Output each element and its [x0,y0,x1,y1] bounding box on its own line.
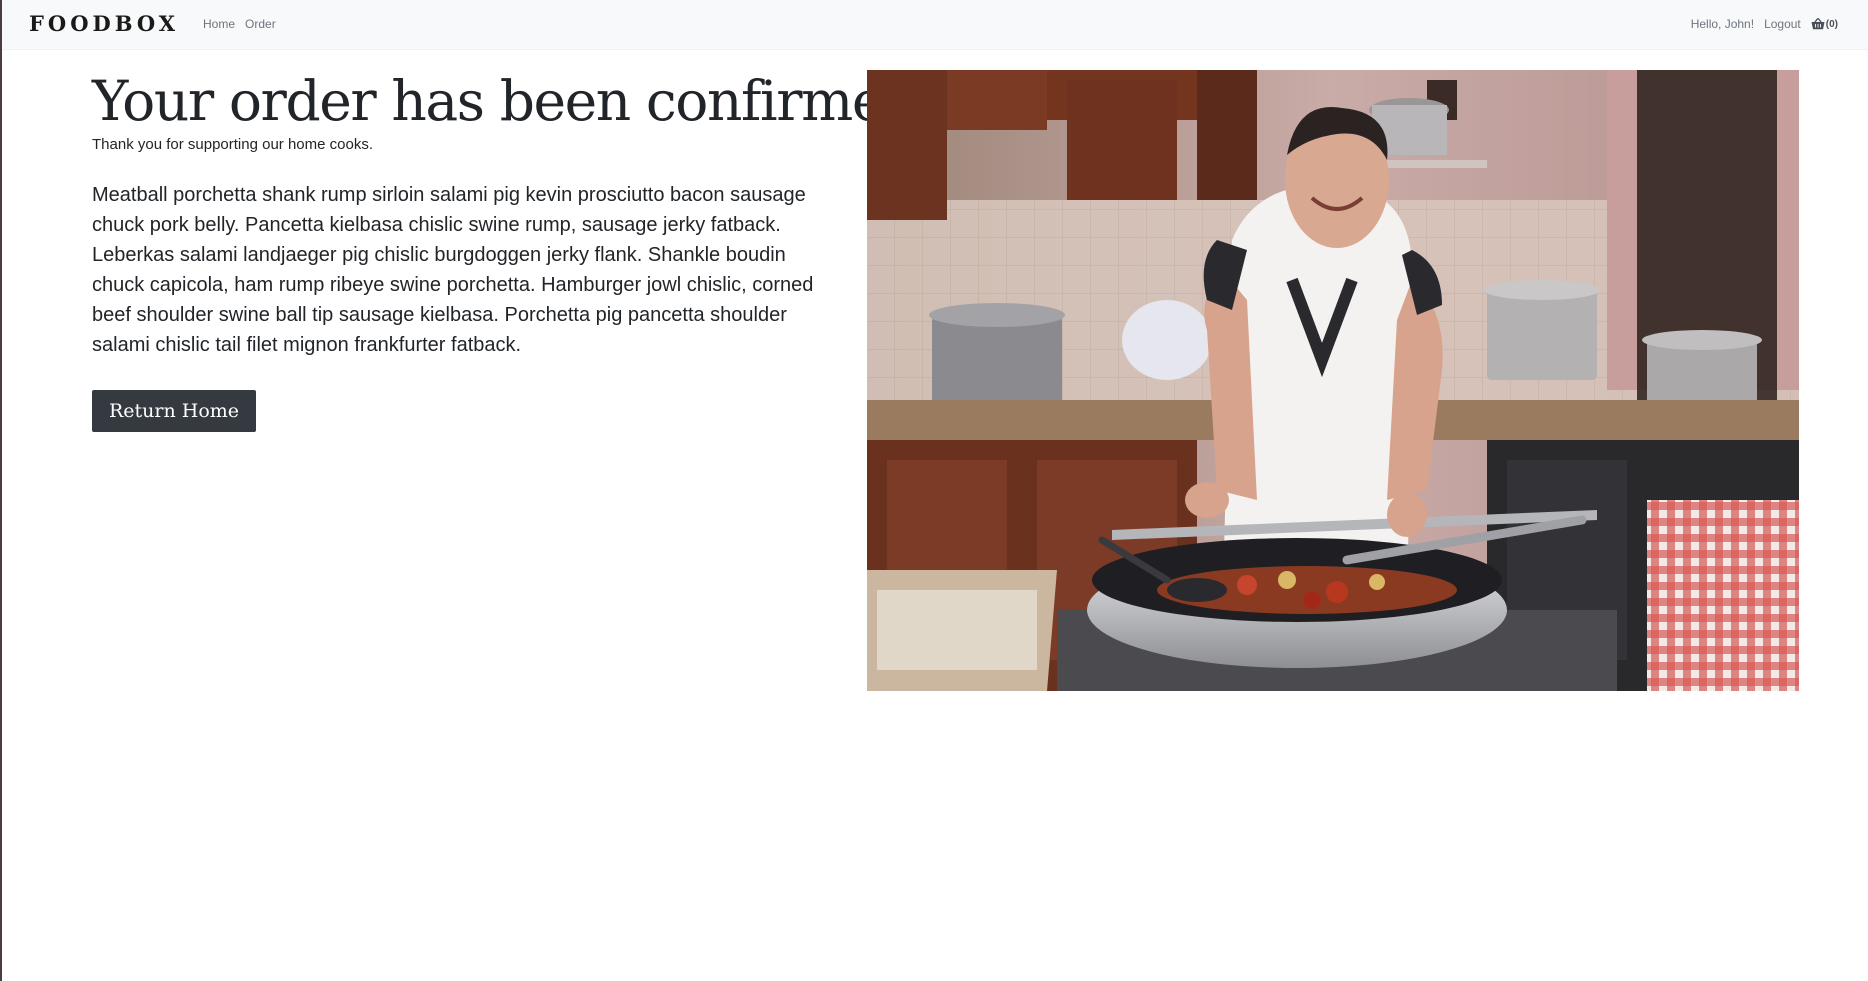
nav-link-order[interactable]: Order [245,17,276,31]
cart-button[interactable]: (0) [1811,18,1838,30]
nav-user-area: Hello, John! Logout (0) [1691,17,1838,31]
home-cook-photo [867,70,1799,691]
user-greeting: Hello, John! [1690,17,1755,31]
confirmation-content: Your order has been confirmed! Thank you… [92,68,939,432]
logout-link[interactable]: Logout [1764,17,1801,31]
brand-logo[interactable]: FOODBOX [29,11,179,36]
body-paragraph: Meatball porchetta shank rump sirloin sa… [92,184,814,356]
nav-link-home[interactable]: Home [203,17,235,31]
window-left-edge [0,0,2,981]
page-title: Your order has been confirmed! [92,69,939,133]
cart-count: (0) [1825,18,1838,30]
nav-links: Home Order [203,17,276,31]
page-subtitle: Thank you for supporting our home cooks. [92,136,373,153]
top-navbar: FOODBOX Home Order Hello, John! Logout (… [2,0,1868,50]
return-home-button[interactable]: Return Home [92,390,256,432]
shopping-basket-icon [1811,18,1825,30]
